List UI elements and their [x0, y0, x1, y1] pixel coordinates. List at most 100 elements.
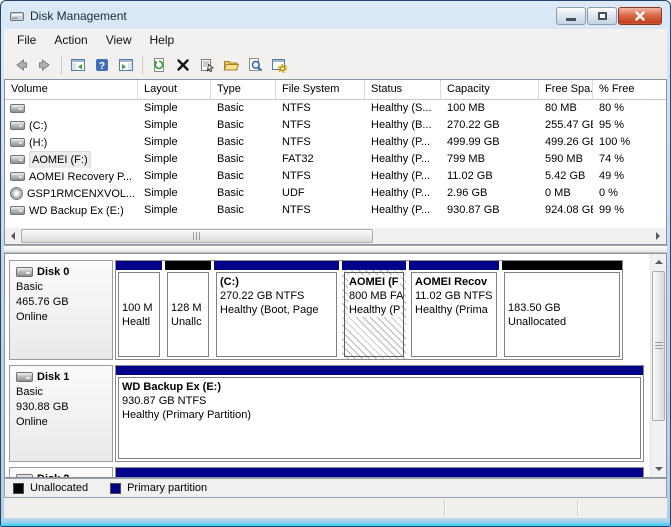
cell-capacity: 930.87 GB: [441, 202, 539, 219]
back-button[interactable]: [9, 54, 33, 76]
console-settings-button[interactable]: [267, 54, 291, 76]
forward-icon: [37, 57, 53, 73]
horizontal-scroll-thumb[interactable]: [21, 229, 373, 243]
close-button[interactable]: [618, 7, 662, 25]
volume-name: GSP1RMCENXVOL...: [27, 186, 135, 202]
column-header-pct-free[interactable]: % Free: [593, 80, 666, 100]
partition-block[interactable]: [116, 468, 643, 478]
thumb-grip-icon: [655, 342, 663, 351]
forward-button[interactable]: [33, 54, 57, 76]
cell-file-system: UDF: [276, 185, 365, 202]
partition-block-aomei-selected[interactable]: AOMEI (F800 MB FAHealthy (P: [342, 261, 406, 359]
delete-button[interactable]: [171, 54, 195, 76]
cell-layout: Simple: [138, 151, 211, 168]
column-header-free-space[interactable]: Free Spa...: [539, 80, 593, 100]
partition-line: Healthy (Prima: [415, 303, 493, 317]
table-row-selected[interactable]: AOMEI (F:) Simple Basic FAT32 Healthy (P…: [5, 151, 666, 168]
partition-line: 270.22 GB NTFS: [220, 289, 333, 303]
disk-icon: [16, 372, 33, 382]
drive-icon: [10, 206, 25, 215]
open-folder-button[interactable]: [219, 54, 243, 76]
disk-icon: [16, 267, 33, 277]
table-row[interactable]: Simple Basic NTFS Healthy (S... 100 MB 8…: [5, 100, 666, 117]
volume-list-pane: Volume Layout Type File System Status Ca…: [4, 79, 667, 245]
cell-status: Healthy (B...: [365, 117, 441, 134]
cell-free-space: 80 MB: [539, 100, 593, 117]
cell-layout: Simple: [138, 168, 211, 185]
volume-name: (C:): [29, 118, 47, 134]
disk-0-panel[interactable]: Disk 0 Basic 465.76 GB Online: [9, 260, 113, 360]
partition-color-bar: [165, 261, 211, 270]
vertical-scrollbar[interactable]: [650, 254, 666, 477]
show-action-pane-icon: [118, 57, 134, 73]
partition-block-aomei-recovery[interactable]: AOMEI Recov11.02 GB NTFSHealthy (Prima: [409, 261, 499, 359]
disc-icon: [10, 187, 23, 200]
cell-layout: Simple: [138, 117, 211, 134]
legend-primary-label: Primary partition: [127, 482, 207, 494]
table-row[interactable]: (H:) Simple Basic NTFS Healthy (P... 499…: [5, 134, 666, 151]
refresh-button[interactable]: [147, 54, 171, 76]
menu-action[interactable]: Action: [45, 30, 96, 50]
disk-1-panel[interactable]: Disk 1 Basic 930.88 GB Online: [9, 365, 113, 462]
column-header-file-system[interactable]: File System: [276, 80, 365, 100]
cell-capacity: 499.99 GB: [441, 134, 539, 151]
scroll-right-arrow[interactable]: [651, 228, 666, 244]
properties-button[interactable]: [195, 54, 219, 76]
window-title: Disk Management: [30, 9, 556, 23]
legend-primary-partition: Primary partition: [110, 482, 207, 494]
title-bar[interactable]: Disk Management: [4, 3, 667, 29]
maximize-button[interactable]: [587, 7, 617, 25]
cell-pct-free: 80 %: [593, 100, 666, 117]
horizontal-scrollbar[interactable]: [5, 228, 666, 244]
cell-type: Basic: [211, 151, 276, 168]
partition-block-wd-backup[interactable]: WD Backup Ex (E:)930.87 GB NTFSHealthy (…: [116, 366, 643, 461]
menu-file[interactable]: File: [8, 30, 45, 50]
cell-status: Healthy (P...: [365, 168, 441, 185]
scroll-left-arrow[interactable]: [5, 228, 20, 244]
drive-icon: [10, 104, 25, 113]
table-row[interactable]: AOMEI Recovery P... Simple Basic NTFS He…: [5, 168, 666, 185]
console-settings-icon: [271, 57, 287, 73]
column-header-layout[interactable]: Layout: [138, 80, 211, 100]
menu-help[interactable]: Help: [141, 30, 184, 50]
scroll-down-arrow[interactable]: [651, 462, 667, 477]
table-row[interactable]: WD Backup Ex (E:) Simple Basic NTFS Heal…: [5, 202, 666, 219]
minimize-button[interactable]: [556, 7, 586, 25]
disk-2-strip: [115, 467, 644, 478]
cell-file-system: NTFS: [276, 168, 365, 185]
partition-block-system-reserved[interactable]: 100 MHealtl: [116, 261, 162, 359]
toolbar-separator: [142, 56, 143, 75]
show-action-pane-button[interactable]: [114, 54, 138, 76]
status-separator: [577, 500, 578, 516]
column-header-capacity[interactable]: Capacity: [441, 80, 539, 100]
disk-2-panel[interactable]: Disk 2: [9, 467, 113, 478]
legend-bar: Unallocated Primary partition: [4, 478, 667, 498]
close-icon: [634, 10, 646, 22]
column-header-type[interactable]: Type: [211, 80, 276, 100]
menu-view[interactable]: View: [97, 30, 141, 50]
cell-free-space: 0 MB: [539, 185, 593, 202]
cell-pct-free: 99 %: [593, 202, 666, 219]
find-button[interactable]: [243, 54, 267, 76]
show-console-tree-button[interactable]: [66, 54, 90, 76]
app-icon: [9, 8, 25, 24]
unallocated-block[interactable]: 128 MUnallc: [165, 261, 211, 359]
pane-splitter[interactable]: [4, 245, 667, 253]
help-button[interactable]: ?: [90, 54, 114, 76]
volume-name: WD Backup Ex (E:): [29, 203, 124, 219]
partition-line: 100 M: [122, 301, 156, 315]
refresh-icon: [151, 57, 167, 73]
table-row[interactable]: GSP1RMCENXVOL... Simple Basic UDF Health…: [5, 185, 666, 202]
cell-free-space: 924.08 GB: [539, 202, 593, 219]
vertical-scroll-thumb[interactable]: [652, 271, 665, 421]
cell-layout: Simple: [138, 134, 211, 151]
unallocated-swatch: [13, 483, 24, 494]
partition-block-c[interactable]: (C:)270.22 GB NTFSHealthy (Boot, Page: [214, 261, 339, 359]
column-header-volume[interactable]: Volume: [5, 80, 138, 100]
column-header-status[interactable]: Status: [365, 80, 441, 100]
drive-icon: [10, 155, 25, 164]
scroll-up-arrow[interactable]: [651, 254, 667, 269]
table-row[interactable]: (C:) Simple Basic NTFS Healthy (B... 270…: [5, 117, 666, 134]
unallocated-block[interactable]: 183.50 GBUnallocated: [502, 261, 622, 359]
down-arrow-icon: [655, 467, 663, 475]
